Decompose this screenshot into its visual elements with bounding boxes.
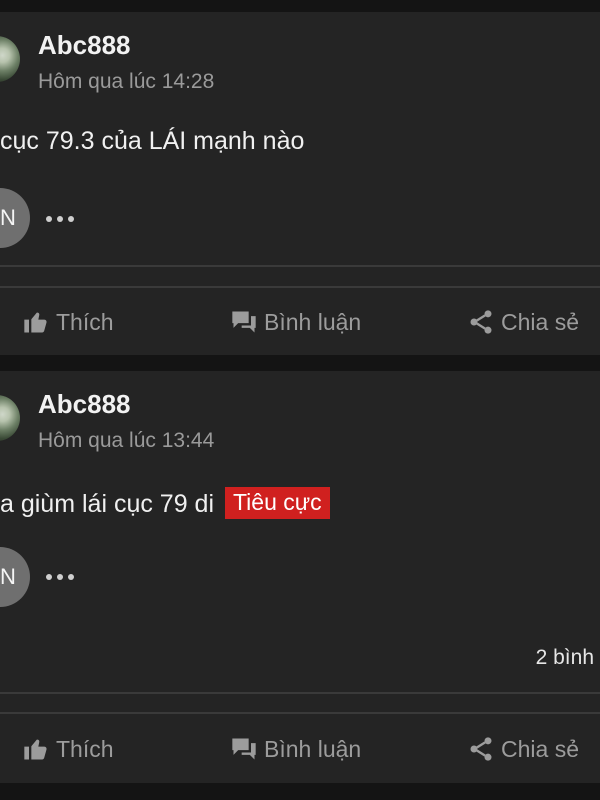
comment-bubbles-icon bbox=[232, 311, 256, 333]
thumbs-up-icon bbox=[24, 739, 47, 760]
more-dots-icon[interactable] bbox=[46, 574, 78, 582]
post-actions: Thích Bình luận Chia sẻ bbox=[0, 729, 600, 769]
post-timestamp[interactable]: Hôm qua lúc 13:44 bbox=[38, 429, 214, 453]
reactor-initial: N bbox=[0, 564, 16, 589]
post-text: a giùm lái cục 79 di bbox=[0, 490, 215, 518]
share-icon bbox=[470, 310, 492, 334]
like-label: Thích bbox=[56, 735, 114, 762]
post-text: cục 79.3 của LÁI mạnh nào bbox=[0, 127, 305, 155]
thumbs-up-icon bbox=[24, 312, 47, 333]
post-content: cục 79.3 của LÁI mạnh nào bbox=[0, 127, 304, 156]
post-card: Abc888 Hôm qua lúc 13:44 a giùm lái cục … bbox=[0, 371, 600, 783]
post-content: a giùm lái cục 79 di Tiêu cực bbox=[0, 487, 330, 519]
author-avatar[interactable] bbox=[0, 395, 20, 441]
divider bbox=[0, 712, 600, 714]
share-button[interactable]: Chia sẻ bbox=[467, 729, 579, 769]
divider bbox=[0, 286, 600, 288]
share-button[interactable]: Chia sẻ bbox=[467, 302, 579, 342]
reactor-avatar[interactable]: N bbox=[0, 547, 30, 607]
more-dots-icon[interactable] bbox=[46, 216, 78, 224]
negative-sentiment-badge: Tiêu cực bbox=[224, 487, 330, 519]
comment-label: Bình luận bbox=[264, 308, 362, 335]
post-timestamp[interactable]: Hôm qua lúc 14:28 bbox=[38, 70, 214, 94]
comment-bubbles-icon bbox=[232, 738, 256, 760]
author-name[interactable]: Abc888 bbox=[38, 30, 131, 61]
like-label: Thích bbox=[56, 308, 114, 335]
comment-button[interactable]: Bình luận bbox=[230, 729, 361, 769]
comment-count[interactable]: 2 bình bbox=[536, 646, 594, 670]
share-icon bbox=[470, 737, 492, 761]
post-actions: Thích Bình luận Chia sẻ bbox=[0, 302, 600, 342]
share-label: Chia sẻ bbox=[501, 308, 579, 335]
post-card: Abc888 Hôm qua lúc 14:28 cục 79.3 của LÁ… bbox=[0, 12, 600, 355]
share-label: Chia sẻ bbox=[501, 735, 579, 762]
author-name[interactable]: Abc888 bbox=[38, 389, 131, 420]
divider bbox=[0, 265, 600, 267]
author-avatar[interactable] bbox=[0, 36, 20, 82]
like-button[interactable]: Thích bbox=[22, 729, 114, 769]
like-button[interactable]: Thích bbox=[22, 302, 114, 342]
reactor-avatar[interactable]: N bbox=[0, 188, 30, 248]
comment-label: Bình luận bbox=[264, 735, 362, 762]
divider bbox=[0, 692, 600, 694]
comment-button[interactable]: Bình luận bbox=[230, 302, 361, 342]
reactor-initial: N bbox=[0, 205, 16, 230]
